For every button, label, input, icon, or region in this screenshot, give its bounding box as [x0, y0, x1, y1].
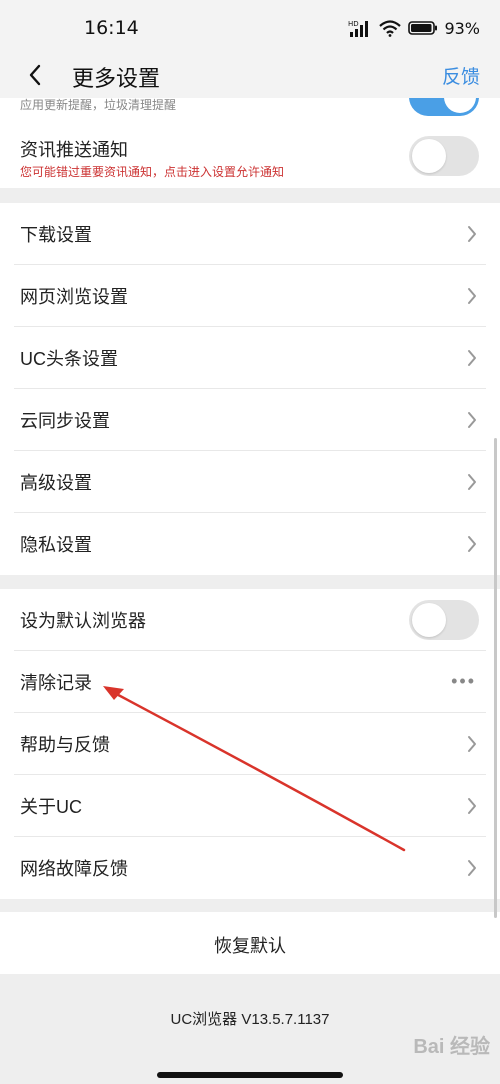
status-bar: 16:14 HD 93%	[0, 0, 500, 52]
list-item-network-fault-feedback[interactable]: 网络故障反馈	[0, 837, 500, 899]
list-item-label: 关于UC	[20, 797, 82, 817]
chevron-right-icon	[468, 288, 476, 304]
battery-icon	[408, 21, 438, 35]
svg-text:HD: HD	[348, 20, 359, 28]
list-item-advanced-settings[interactable]: 高级设置	[0, 451, 500, 513]
chevron-right-icon	[468, 350, 476, 366]
chevron-right-icon	[468, 226, 476, 242]
chevron-right-icon	[468, 474, 476, 490]
baidu-watermark: Bai 经验	[413, 1036, 490, 1058]
list-item-privacy-settings[interactable]: 隐私设置	[0, 513, 500, 575]
settings-list-card: 下载设置 网页浏览设置 UC头条设置 云同步设置 高级设置 隐私设置	[0, 203, 500, 575]
list-item-cloud-sync-settings[interactable]: 云同步设置	[0, 389, 500, 451]
more-dots-icon[interactable]: •••	[451, 671, 476, 692]
list-item-default-browser[interactable]: 设为默认浏览器	[0, 589, 500, 651]
misc-list-card: 设为默认浏览器 清除记录 ••• 帮助与反馈 关于UC 网络故障反馈	[0, 589, 500, 899]
push-notification-toggle[interactable]	[409, 136, 479, 176]
chevron-right-icon	[468, 860, 476, 876]
update-reminder-row[interactable]: 应用更新提醒，垃圾清理提醒	[0, 98, 500, 128]
list-item-label: 帮助与反馈	[20, 735, 110, 755]
push-notification-title: 资讯推送通知	[20, 140, 128, 160]
list-item-label: 网络故障反馈	[20, 859, 128, 879]
status-icons: HD 93%	[348, 16, 480, 40]
feedback-link[interactable]: 反馈	[442, 62, 480, 89]
list-item-label: UC头条设置	[20, 349, 118, 369]
back-button[interactable]	[20, 58, 50, 92]
default-browser-toggle[interactable]	[409, 600, 479, 640]
version-text: UC浏览器 V13.5.7.1137	[170, 1011, 330, 1028]
push-notification-row[interactable]: 资讯推送通知 您可能错过重要资讯通知，点击进入设置允许通知	[0, 128, 500, 186]
chevron-left-icon	[29, 64, 41, 86]
list-item-about-uc[interactable]: 关于UC	[0, 775, 500, 837]
notification-settings-card: 应用更新提醒，垃圾清理提醒 资讯推送通知 您可能错过重要资讯通知，点击进入设置允…	[0, 98, 500, 188]
chevron-right-icon	[468, 736, 476, 752]
chevron-right-icon	[468, 412, 476, 428]
wifi-icon	[379, 20, 402, 37]
battery-percent: 93%	[444, 18, 480, 38]
chevron-right-icon	[468, 798, 476, 814]
scrollbar[interactable]	[494, 438, 497, 918]
list-item-label: 高级设置	[20, 473, 92, 493]
update-reminder-toggle[interactable]	[409, 98, 479, 116]
push-notification-warning[interactable]: 您可能错过重要资讯通知，点击进入设置允许通知	[20, 163, 284, 180]
restore-defaults-label: 恢复默认	[214, 936, 286, 956]
home-indicator[interactable]	[157, 1072, 343, 1078]
update-reminder-subtitle: 应用更新提醒，垃圾清理提醒	[20, 98, 177, 112]
status-time: 16:14	[84, 17, 139, 39]
restore-defaults-button[interactable]: 恢复默认	[0, 912, 500, 974]
list-item-label: 隐私设置	[20, 535, 92, 555]
list-item-label: 网页浏览设置	[20, 287, 128, 307]
list-item-download-settings[interactable]: 下载设置	[0, 203, 500, 265]
chevron-right-icon	[468, 536, 476, 552]
list-item-label: 云同步设置	[20, 411, 110, 431]
list-item-label: 清除记录	[20, 673, 92, 693]
page-title: 更多设置	[72, 66, 161, 91]
hd-signal-icon: HD	[348, 20, 369, 37]
list-item-label: 设为默认浏览器	[20, 611, 146, 631]
list-item-clear-records[interactable]: 清除记录 •••	[0, 651, 500, 713]
list-item-label: 下载设置	[20, 225, 92, 245]
list-item-help-feedback[interactable]: 帮助与反馈	[0, 713, 500, 775]
header-bar: 更多设置 反馈	[0, 52, 500, 98]
list-item-uc-headlines-settings[interactable]: UC头条设置	[0, 327, 500, 389]
list-item-web-browsing-settings[interactable]: 网页浏览设置	[0, 265, 500, 327]
